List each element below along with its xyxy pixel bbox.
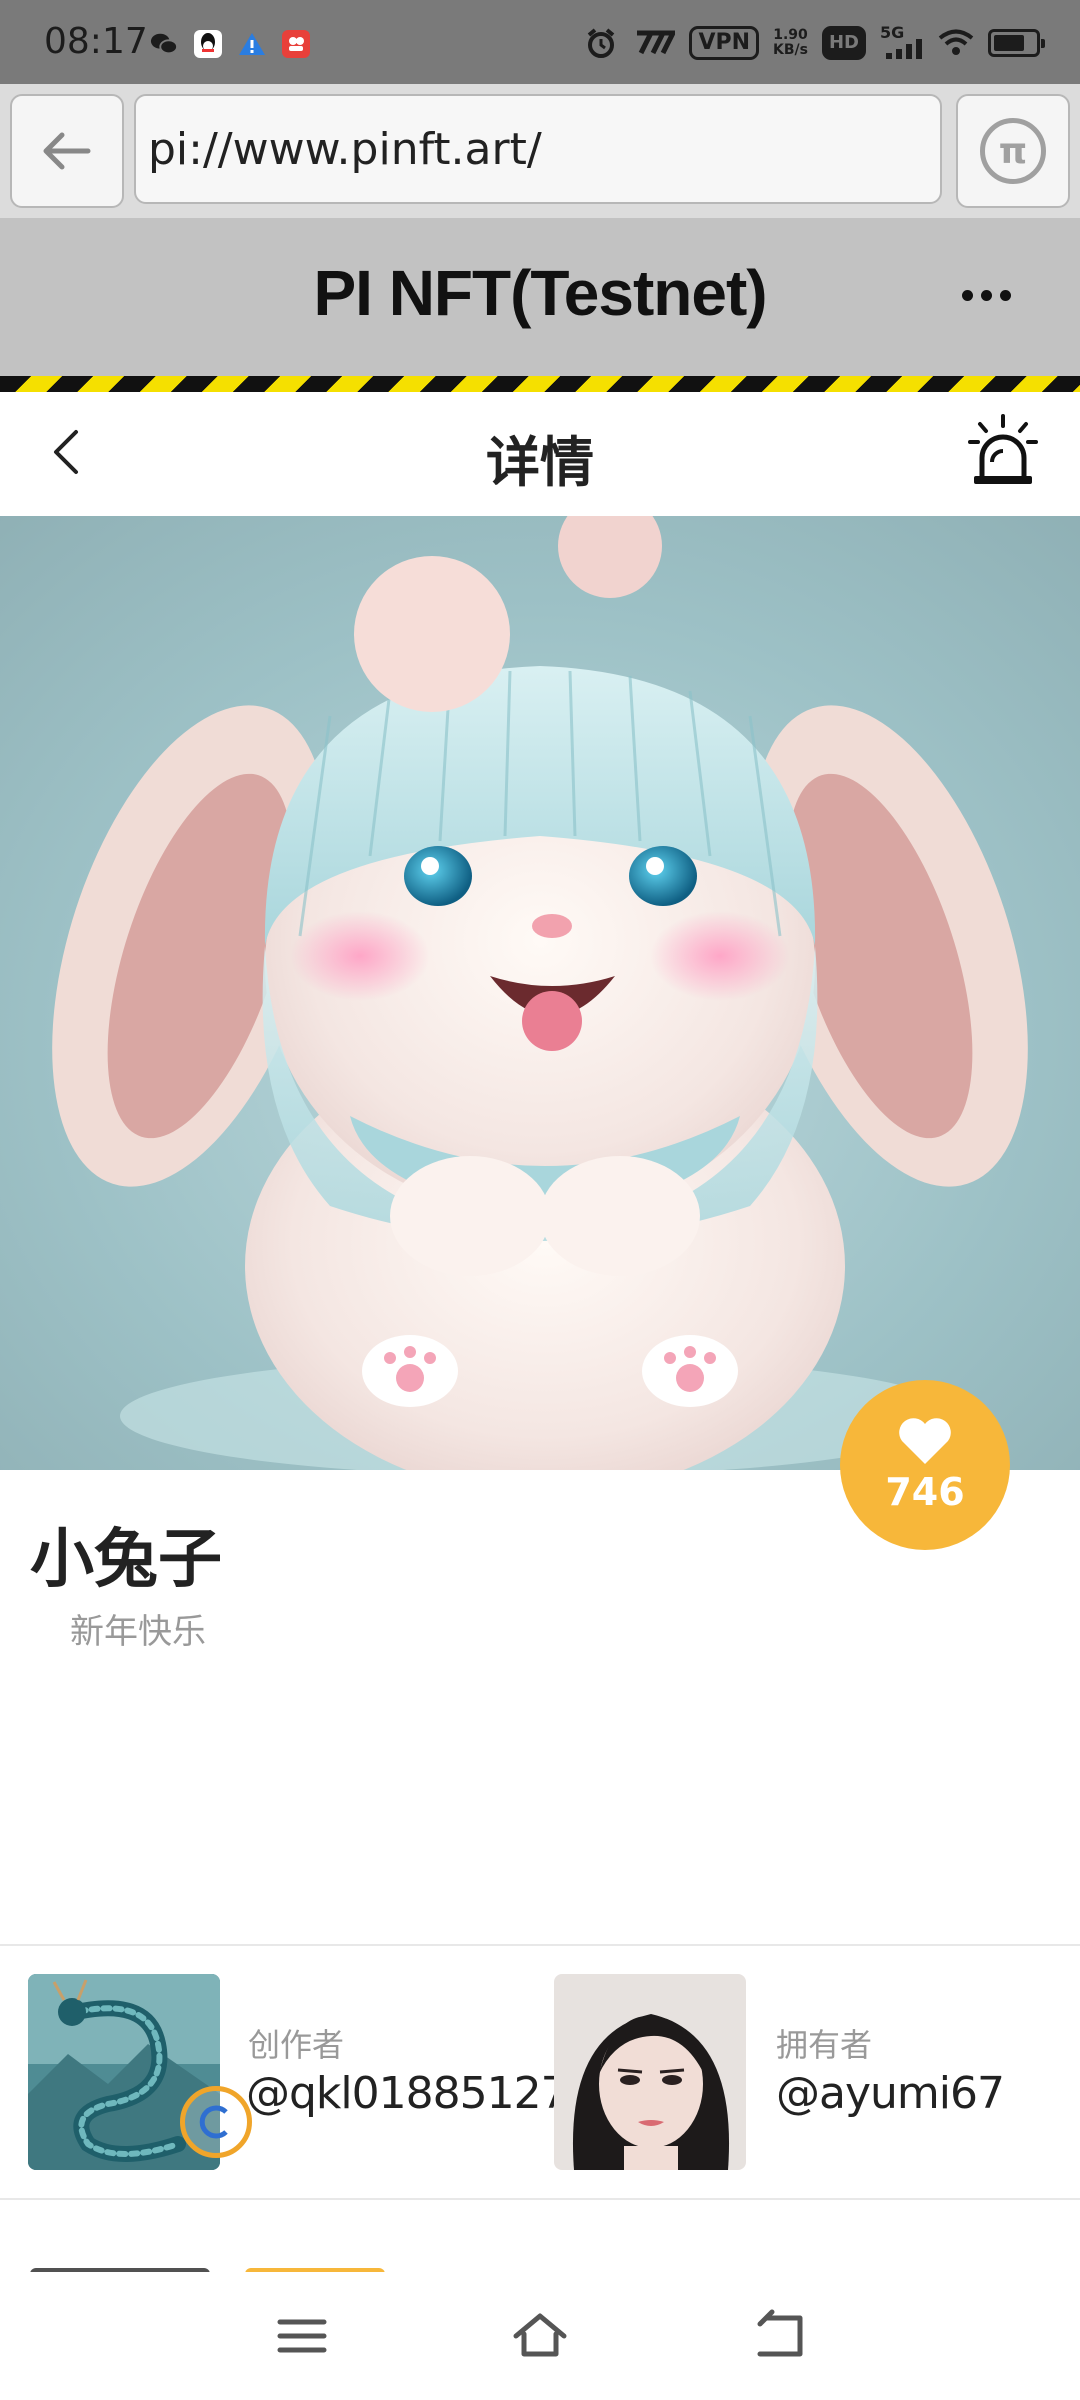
divider [0, 1944, 1080, 1946]
speed-value: 1.90 [773, 27, 808, 43]
url-address-bar[interactable]: pi://www.pinft.art/ [134, 94, 942, 204]
dot-icon [962, 289, 973, 301]
browser-back-button[interactable] [10, 94, 124, 208]
status-time: 08:17 [44, 21, 148, 62]
report-alarm-icon[interactable] [968, 412, 1038, 492]
system-navigation-bar [0, 2272, 1080, 2400]
testnet-warning-stripe [0, 376, 1080, 392]
page-title: 详情 [486, 431, 594, 494]
nft-artwork-image [0, 516, 1080, 1470]
hd-badge: HD [821, 26, 866, 60]
home-icon[interactable] [510, 2306, 570, 2366]
divider [0, 2198, 1080, 2200]
network-speed: 1.90 KB/s [773, 28, 808, 58]
app-header: PI NFT(Testnet) [0, 218, 1080, 376]
dot-icon [1000, 289, 1011, 301]
heart-icon [899, 1418, 951, 1464]
like-count: 746 [885, 1470, 965, 1514]
wechat-icon [150, 30, 178, 58]
more-options-button[interactable] [962, 280, 1022, 310]
qq-icon [194, 30, 222, 58]
arrow-left-icon [43, 132, 91, 170]
copyright-badge-icon [180, 2086, 252, 2158]
like-button[interactable]: 746 [840, 1380, 1010, 1550]
pi-logo-icon: π [980, 118, 1046, 184]
alarm-clock-icon [588, 28, 615, 58]
owner-section[interactable]: 拥有者 @ayumi67 [554, 1974, 1054, 2170]
back-icon[interactable] [750, 2306, 810, 2366]
owner-label: 拥有者 [776, 2026, 873, 2064]
nft-description: 新年快乐 [70, 1612, 206, 1652]
battery-icon [988, 29, 1045, 57]
wifi-icon [938, 29, 974, 55]
menu-icon[interactable] [272, 2306, 332, 2366]
creator-section[interactable]: 创作者 @qkl01885127 [28, 1974, 569, 2170]
app-notification-icon [282, 30, 310, 58]
system-status-icons: VPN 1.90 KB/s HD 5G [585, 23, 1045, 60]
pi-browser-button[interactable]: π [956, 94, 1070, 208]
status-bar: 08:17 VPN 1.90 KB/s HD 5G [0, 0, 1080, 84]
dot-icon [981, 289, 992, 301]
browser-toolbar: pi://www.pinft.art/ π [0, 84, 1080, 218]
owner-avatar[interactable] [554, 1974, 746, 2170]
app-title: PI NFT(Testnet) [313, 257, 767, 329]
owner-handle[interactable]: @ayumi67 [776, 2068, 1005, 2119]
page-navigation: 详情 [0, 392, 1080, 516]
notification-icons [150, 30, 310, 58]
carrier-logo-icon [637, 30, 676, 55]
alert-icon [238, 30, 266, 58]
signal-bars-icon [886, 39, 922, 59]
speed-unit: KB/s [773, 42, 808, 58]
nft-title: 小兔子 [30, 1523, 222, 1597]
vpn-badge: VPN [689, 26, 760, 60]
creator-label: 创作者 [248, 2026, 345, 2064]
cellular-signal: 5G [880, 23, 924, 59]
creator-handle[interactable]: @qkl01885127 [246, 2068, 569, 2119]
